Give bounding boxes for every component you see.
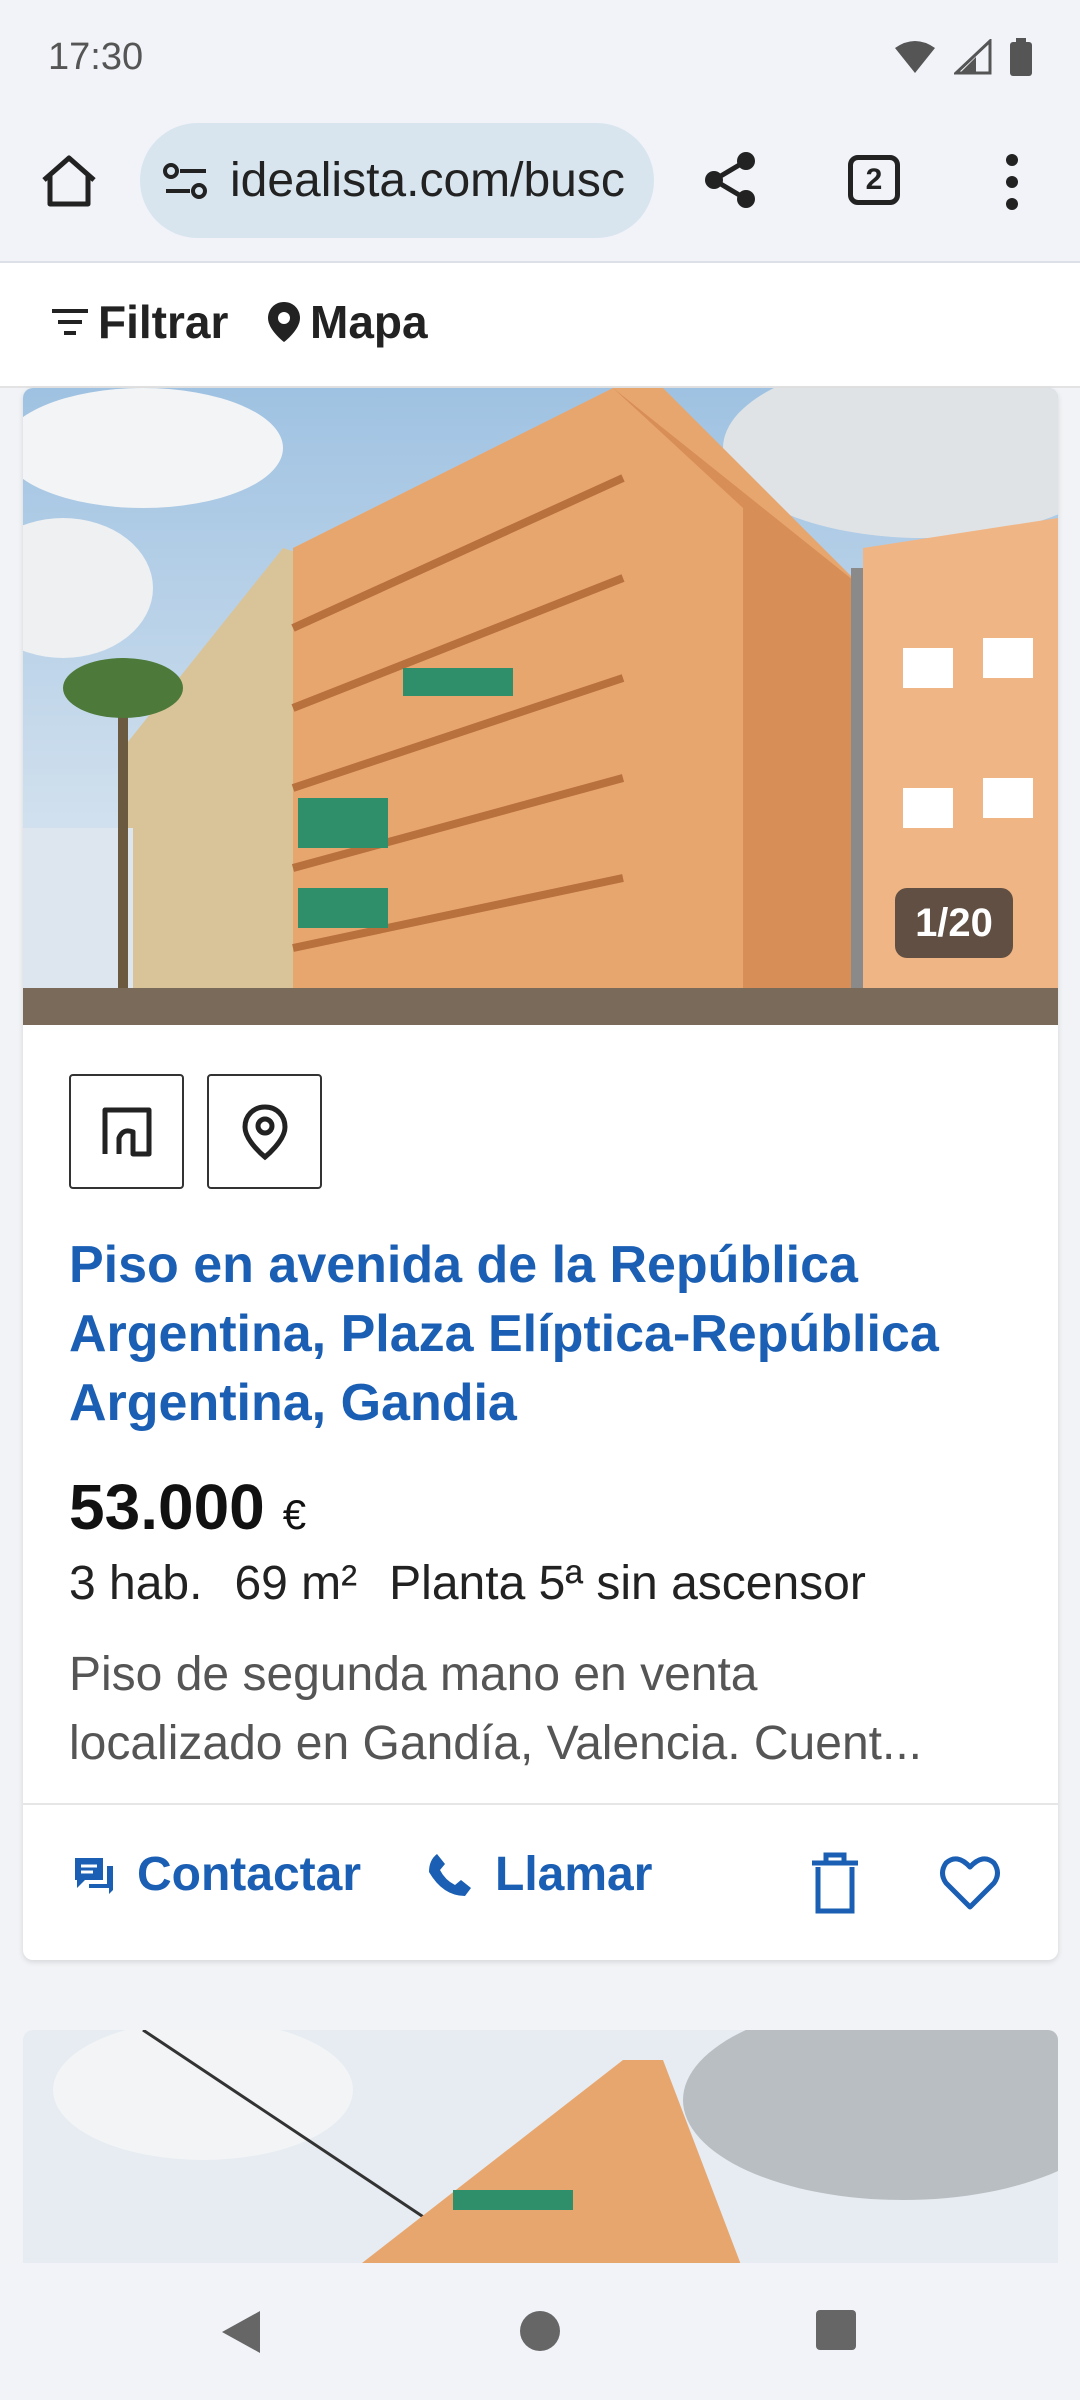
filter-label: Filtrar <box>98 296 229 348</box>
address-bar[interactable]: idealista.com/busc <box>140 123 654 238</box>
map-pin-icon <box>241 1103 288 1160</box>
wifi-icon <box>895 41 935 73</box>
contact-button[interactable]: Contactar <box>73 1847 361 1902</box>
share-icon[interactable] <box>700 149 760 211</box>
tune-icon[interactable] <box>162 161 210 201</box>
filter-bar: Filtrar Mapa <box>0 263 1080 388</box>
description-line: localizado en Gandía, Valencia. Cuent... <box>69 1717 922 1770</box>
chat-icon <box>75 1857 113 1894</box>
photo-counter: 1/20 <box>895 888 1013 958</box>
listing-price: 53.000 <box>69 1471 265 1543</box>
listing-description: Piso de segunda mano en venta localizado… <box>69 1640 1029 1778</box>
status-icons <box>894 38 1032 76</box>
area-size: 69 m² <box>234 1557 358 1610</box>
price-row: 53.000 € <box>69 1470 306 1544</box>
rooms-count: 3 hab. <box>69 1557 203 1610</box>
browser-toolbar: idealista.com/busc 2 <box>0 115 1080 263</box>
trash-icon[interactable] <box>808 1851 862 1915</box>
listing-details: 3 hab. 69 m² Planta 5ª sin ascensor <box>69 1556 866 1611</box>
call-label: Llamar <box>495 1848 653 1901</box>
filter-button[interactable]: Filtrar <box>50 295 228 349</box>
map-button[interactable]: Mapa <box>266 295 428 349</box>
url-text: idealista.com/busc <box>230 154 625 207</box>
map-label: Mapa <box>310 296 428 348</box>
listing-card-next[interactable] <box>23 2030 1058 2270</box>
floor-info: Planta 5ª sin ascensor <box>389 1557 866 1610</box>
call-button[interactable]: Llamar <box>427 1847 652 1902</box>
heart-icon[interactable] <box>939 1853 1001 1911</box>
listing-card[interactable]: 1/20 Piso en avenida de la República Arg… <box>23 388 1058 1960</box>
floor-plan-icon <box>102 1107 151 1156</box>
filter-icon <box>52 309 88 335</box>
signal-icon <box>954 39 992 75</box>
home-icon[interactable] <box>38 150 100 212</box>
contact-label: Contactar <box>137 1848 362 1901</box>
more-vert-icon[interactable] <box>992 151 1032 213</box>
description-line: Piso de segunda mano en venta <box>69 1648 758 1701</box>
status-time: 17:30 <box>48 36 144 78</box>
phone-icon <box>429 1853 471 1896</box>
system-nav-bar <box>0 2263 1080 2400</box>
listing-actions: Contactar Llamar <box>23 1803 1058 1960</box>
location-pin-icon <box>268 302 300 342</box>
map-location-button[interactable] <box>207 1074 322 1189</box>
back-icon[interactable] <box>220 2309 262 2355</box>
home-circle-icon[interactable] <box>518 2309 562 2353</box>
listing-title[interactable]: Piso en avenida de la República Argentin… <box>69 1231 1029 1438</box>
price-currency: € <box>282 1491 307 1538</box>
floor-plan-button[interactable] <box>69 1074 184 1189</box>
status-bar: 17:30 <box>0 0 1080 115</box>
listing-photo-next[interactable] <box>23 2030 1058 2270</box>
battery-icon <box>1010 38 1032 76</box>
recents-icon[interactable] <box>815 2309 857 2351</box>
listing-photo[interactable]: 1/20 <box>23 388 1058 1025</box>
tab-switcher-button[interactable]: 2 <box>848 155 900 205</box>
